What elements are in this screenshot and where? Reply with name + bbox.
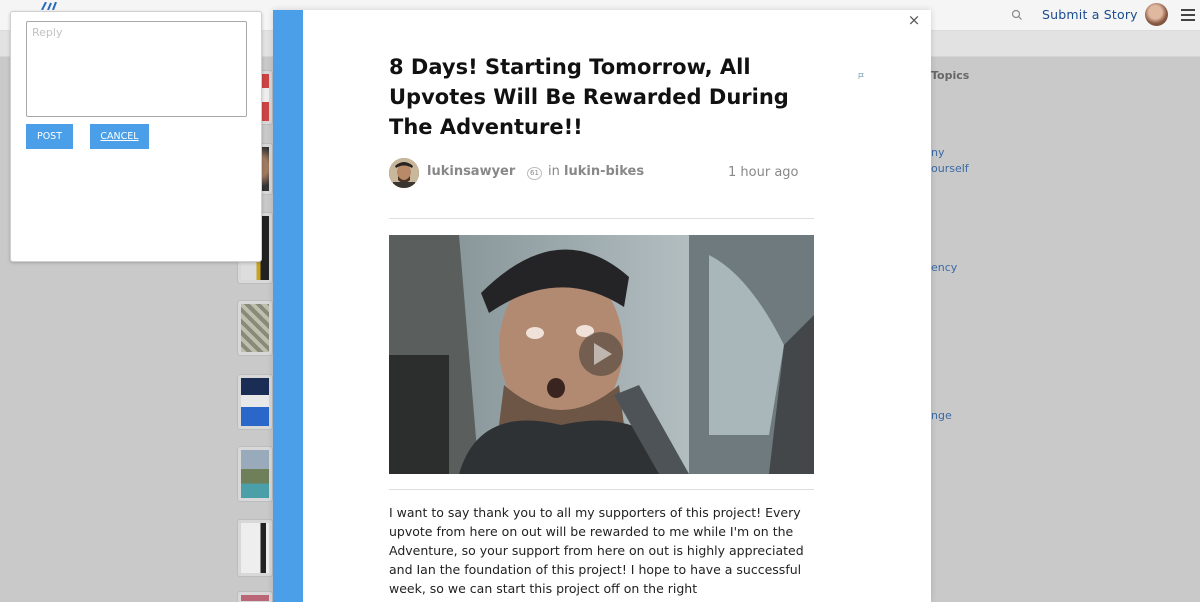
user-avatar[interactable]: [1145, 3, 1168, 26]
feed-thumbnail: [237, 519, 273, 577]
post-body: I want to say thank you to all my suppor…: [389, 505, 804, 596]
submit-story-link[interactable]: Submit a Story: [1042, 7, 1138, 22]
feed-thumbnail: [237, 446, 273, 502]
topic-link[interactable]: nge: [931, 409, 952, 422]
divider: [389, 218, 814, 219]
post-button[interactable]: POST: [26, 124, 73, 149]
cancel-button[interactable]: CANCEL: [90, 124, 149, 149]
post-modal: × 8 Days! Starting Tomorrow, All Upvotes…: [273, 10, 931, 602]
reputation-badge: 61: [527, 167, 542, 180]
post-timestamp[interactable]: 1 hour ago: [728, 165, 798, 180]
divider: [389, 489, 814, 490]
reply-input[interactable]: [26, 21, 247, 117]
author-link[interactable]: lukinsawyer: [427, 164, 515, 179]
modal-accent-stripe: [273, 10, 303, 602]
close-icon[interactable]: ×: [907, 13, 921, 28]
topics-heading: Topics: [931, 69, 970, 82]
reply-box: POST CANCEL: [10, 11, 262, 262]
author-avatar[interactable]: [389, 158, 419, 188]
post-title: 8 Days! Starting Tomorrow, All Upvotes W…: [389, 55, 789, 139]
search-icon[interactable]: [1010, 8, 1024, 22]
feed-thumbnail: [237, 374, 273, 430]
video-thumbnail[interactable]: [389, 235, 814, 474]
hamburger-menu-icon[interactable]: [1181, 9, 1195, 21]
flag-icon[interactable]: [858, 73, 864, 79]
topic-link[interactable]: ency: [931, 261, 957, 274]
topic-link[interactable]: ny: [931, 146, 944, 159]
topic-link[interactable]: ourself: [931, 162, 969, 175]
feed-thumbnail: [237, 300, 273, 356]
community-link[interactable]: lukin-bikes: [564, 164, 644, 179]
feed-thumbnail: [237, 591, 273, 602]
steemit-logo-icon[interactable]: [40, 2, 60, 10]
in-label: in: [548, 164, 560, 179]
